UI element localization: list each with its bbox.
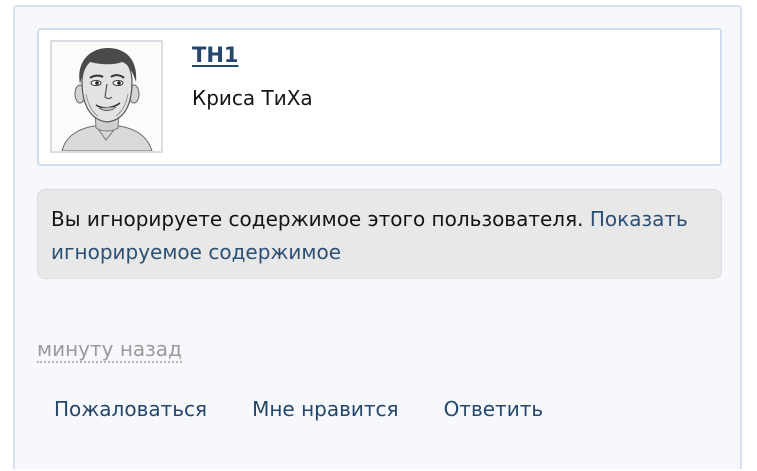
author-card: TH1 Криса ТиХа xyxy=(37,28,722,166)
post-actions: Пожаловаться Мне нравится Ответить xyxy=(37,387,571,431)
like-button[interactable]: Мне нравится xyxy=(235,389,415,429)
post-timestamp[interactable]: минуту назад xyxy=(37,337,182,363)
post-container: TH1 Криса ТиХа Вы игнорируете содержимое… xyxy=(13,5,742,469)
reply-button[interactable]: Ответить xyxy=(427,389,561,429)
author-title: Криса ТиХа xyxy=(192,86,313,110)
avatar-sketch-portrait-icon xyxy=(52,42,161,151)
author-username-link[interactable]: TH1 xyxy=(192,43,239,67)
avatar[interactable] xyxy=(50,40,163,153)
ignored-notice-text: Вы игнорируете содержимое этого пользова… xyxy=(51,207,584,231)
ignored-content-notice: Вы игнорируете содержимое этого пользова… xyxy=(37,189,722,279)
report-button[interactable]: Пожаловаться xyxy=(37,389,224,429)
